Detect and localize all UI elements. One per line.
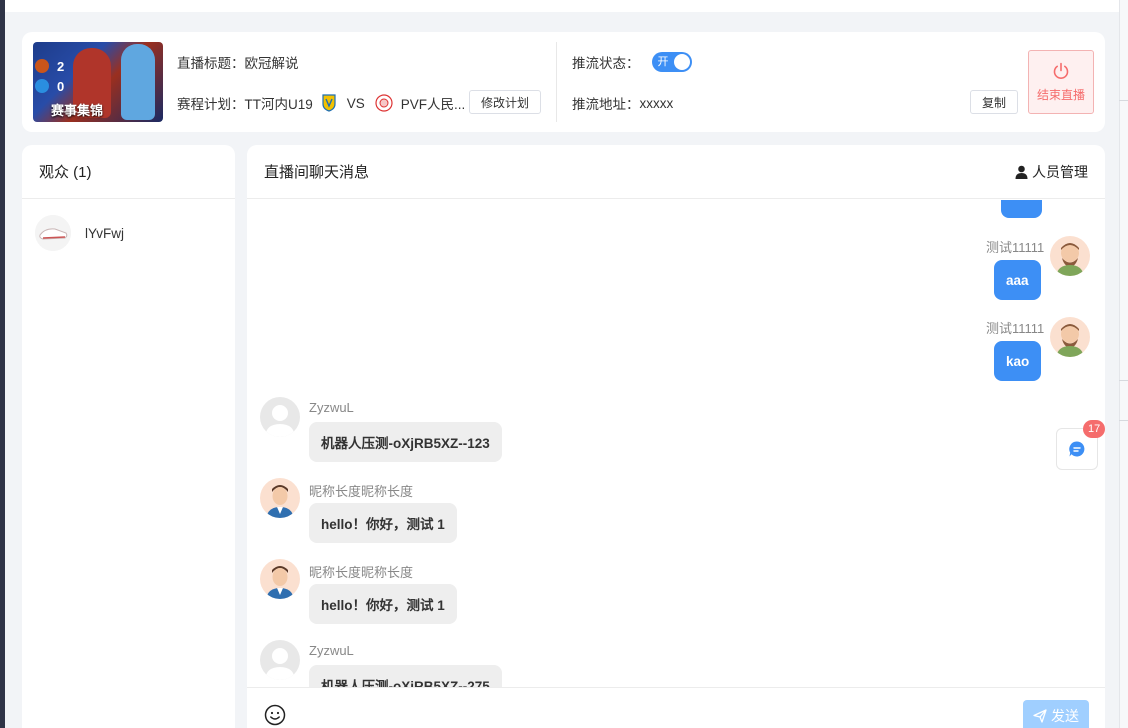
member-management-button[interactable]: 人员管理 — [1015, 162, 1088, 182]
cover-caption: 赛事集锦 — [51, 104, 104, 119]
chat-message-list: 测试11111 aaa 测试11111 kao ZyzwuL 机器人压测-oXj… — [247, 200, 1105, 687]
smiley-icon — [264, 704, 286, 726]
unread-count-badge: 17 — [1083, 420, 1106, 438]
user-icon — [1015, 165, 1028, 179]
avatar — [1050, 236, 1090, 276]
chat-input-bar: 发送 — [247, 687, 1105, 728]
divider — [556, 42, 557, 122]
schedule-label: 赛程计划： — [177, 97, 245, 112]
copy-button[interactable]: 复制 — [970, 90, 1018, 114]
top-strip — [5, 0, 1119, 12]
chat-header: 直播间聊天消息 人员管理 — [247, 145, 1105, 199]
audience-item[interactable]: lYvFwj — [35, 215, 124, 251]
away-club-icon — [35, 79, 49, 93]
right-scroll-edge — [1119, 0, 1128, 728]
chat-bubble: hello！你好，测试 1 — [309, 503, 457, 543]
away-team-icon — [375, 94, 393, 112]
member-management-label: 人员管理 — [1032, 163, 1088, 180]
push-status-row: 推流状态： 开 — [572, 52, 692, 72]
home-team-name: TT河内U19 — [244, 97, 313, 112]
message-nick: 测试11111 — [986, 240, 1045, 255]
push-url-row: 推流地址： xxxxx — [572, 93, 673, 113]
stream-title-value: 欧冠解说 — [244, 56, 299, 71]
message-nick: 昵称长度昵称长度 — [309, 565, 414, 580]
schedule-row: 赛程计划： TT河内U19 VS PVF人民... — [177, 93, 465, 113]
avatar — [260, 640, 300, 680]
push-url-label: 推流地址： — [572, 97, 640, 112]
stream-cover-image: 2 0 赛事集锦 — [33, 42, 163, 122]
chat-title: 直播间聊天消息 — [264, 164, 370, 181]
scoreboard: 2 0 — [35, 56, 75, 96]
toggle-knob — [673, 54, 690, 70]
stream-title-label: 直播标题： — [177, 56, 245, 71]
push-url-value: xxxxx — [639, 95, 674, 111]
send-label: 发送 — [1051, 708, 1079, 724]
send-icon — [1033, 709, 1047, 723]
audience-name: lYvFwj — [85, 225, 125, 241]
audience-panel: 观众 (1) lYvFwj — [22, 145, 235, 728]
end-live-label: 结束直播 — [1036, 87, 1085, 102]
edit-plan-button[interactable]: 修改计划 — [469, 90, 541, 114]
stream-title-row: 直播标题： 欧冠解说 — [177, 52, 299, 72]
avatar — [1050, 317, 1090, 357]
chat-bubble: 机器人压测-oXjRB5XZ--275 — [309, 665, 502, 687]
home-team-icon — [322, 94, 336, 112]
away-team-name: PVF人民... — [400, 97, 466, 112]
audience-title: 观众 (1) — [22, 145, 235, 199]
end-live-button[interactable]: 结束直播 — [1028, 50, 1094, 114]
avatar — [260, 559, 300, 599]
message-nick: ZyzwuL — [309, 400, 354, 415]
chat-panel: 直播间聊天消息 人员管理 测试11111 aaa 测试11111 kao Zyz… — [247, 145, 1105, 728]
chat-bubble-partial — [1001, 200, 1042, 218]
chat-bubble: aaa — [994, 260, 1041, 300]
message-nick: ZyzwuL — [309, 643, 354, 658]
push-status-label: 推流状态： — [572, 56, 640, 71]
toggle-text: 开 — [657, 56, 669, 68]
chat-bubble: kao — [994, 341, 1042, 381]
chat-bubble: hello！你好，测试 1 — [309, 584, 457, 624]
send-button[interactable]: 发送 — [1023, 700, 1089, 728]
emoji-button[interactable] — [264, 704, 286, 728]
power-icon — [1053, 62, 1069, 79]
message-nick: 测试11111 — [986, 321, 1045, 336]
stream-info-card: 2 0 赛事集锦 直播标题： 欧冠解说 赛程计划： TT河内U19 VS PVF… — [22, 32, 1105, 132]
vs-label: VS — [346, 95, 365, 111]
chat-icon — [1069, 441, 1085, 457]
home-score: 2 — [57, 58, 65, 74]
avatar — [260, 478, 300, 518]
home-club-icon — [35, 59, 49, 73]
chat-bubble: 机器人压测-oXjRB5XZ--123 — [309, 422, 502, 462]
left-edge — [0, 0, 5, 728]
message-nick: 昵称长度昵称长度 — [309, 484, 414, 499]
away-score: 0 — [57, 78, 65, 94]
push-status-toggle[interactable]: 开 — [651, 52, 692, 72]
avatar — [35, 215, 71, 251]
avatar — [260, 397, 300, 437]
